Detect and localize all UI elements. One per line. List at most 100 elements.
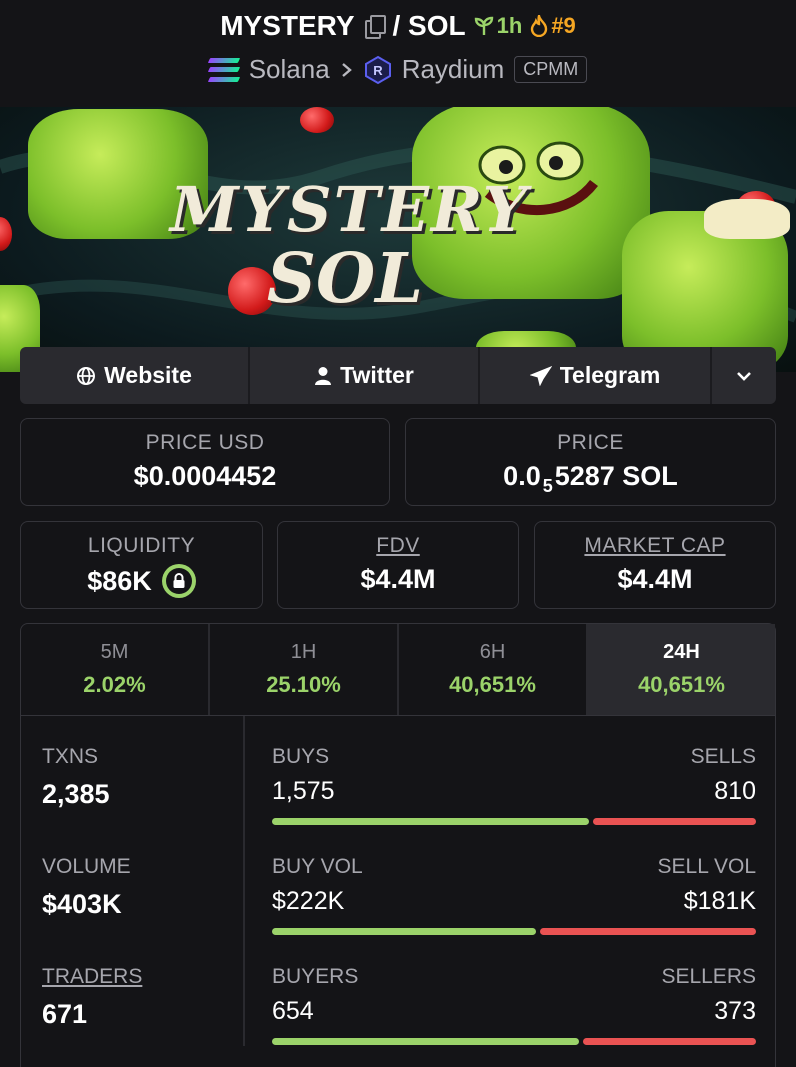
- stats-summary: TXNS 2,385 VOLUME $403K TRADERS 671: [21, 716, 245, 1046]
- price-native-label: PRICE: [557, 431, 624, 454]
- liquidity-label: LIQUIDITY: [87, 534, 196, 557]
- social-links-bar: Website Twitter Telegram: [20, 347, 776, 404]
- lock-icon[interactable]: [161, 564, 196, 598]
- buy-sell-volume-bar: [272, 928, 756, 935]
- cream-topping: [704, 199, 790, 239]
- chevron-right-icon: [341, 62, 352, 77]
- tab-label: 5M: [100, 641, 129, 663]
- volume-value: $403K: [42, 889, 122, 919]
- price-usd-card: PRICE USD $0.0004452: [20, 418, 390, 506]
- tab-1h[interactable]: 1H 25.10%: [210, 624, 399, 715]
- chevron-down-icon: [737, 371, 751, 381]
- token-header: MYSTERY / SOL 1h #9 Solana R Raydium CPM…: [0, 0, 796, 107]
- fdv-label[interactable]: FDV: [278, 534, 518, 558]
- dex-name[interactable]: Raydium: [402, 54, 505, 85]
- svg-text:R: R: [373, 63, 383, 78]
- sells-label: SELLS: [690, 745, 756, 768]
- token-banner-image: MYSTERY SOL: [0, 107, 796, 372]
- tab-change: 40,651%: [449, 672, 536, 697]
- liquidity-card: LIQUIDITY $86K: [20, 521, 263, 609]
- twitter-button[interactable]: Twitter: [250, 347, 480, 404]
- sell-bar: [540, 928, 756, 935]
- tab-label: 1H: [290, 641, 317, 663]
- tab-label: 24H: [663, 641, 700, 663]
- twitter-label: Twitter: [340, 362, 414, 388]
- quote-symbol: / SOL: [392, 10, 466, 41]
- copy-icon[interactable]: [363, 15, 386, 39]
- market-cap-card: MARKET CAP $4.4M: [534, 521, 776, 609]
- txns-label: TXNS: [42, 745, 99, 768]
- buys-sells-bar: [272, 818, 756, 825]
- tab-label: 6H: [479, 641, 506, 663]
- buyers-value: 654: [272, 997, 314, 1025]
- chain-dex-row: Solana R Raydium CPMM: [0, 54, 796, 85]
- volume-stat: VOLUME $403K: [42, 855, 131, 920]
- sellers-value: 373: [714, 997, 756, 1025]
- timeframe-tabs: 5M 2.02% 1H 25.10% 6H 40,651% 24H 40,651…: [21, 624, 775, 716]
- tab-change: 25.10%: [266, 672, 341, 697]
- paper-plane-icon: [529, 365, 552, 386]
- price-usd-value: $0.0004452: [133, 461, 277, 491]
- website-button[interactable]: Website: [20, 347, 250, 404]
- age-badge: 1h: [474, 13, 523, 39]
- user-icon: [315, 366, 332, 385]
- pool-type-badge: CPMM: [514, 56, 588, 83]
- market-cap-label[interactable]: MARKET CAP: [535, 534, 775, 558]
- banner-title: MYSTERY SOL: [170, 173, 529, 319]
- pair-title-row: MYSTERY / SOL 1h #9: [0, 10, 796, 42]
- buy-bar: [272, 1038, 580, 1045]
- buys-sells-row: BUYS SELLS 1,575 810: [272, 745, 756, 825]
- trending-rank-badge[interactable]: #9: [530, 13, 576, 39]
- rank-text: #9: [551, 13, 576, 38]
- buy-sell-volume-row: BUY VOL SELL VOL $222K $181K: [272, 855, 756, 935]
- tab-change: 2.02%: [83, 672, 146, 697]
- age-text: 1h: [496, 13, 523, 38]
- buy-vol-label: BUY VOL: [272, 855, 363, 878]
- price-native-card: PRICE 0.0 5 5287 SOL: [405, 418, 776, 506]
- fdv-card: FDV $4.4M: [277, 521, 519, 609]
- buyers-sellers-bar: [272, 1038, 756, 1045]
- buy-vol-value: $222K: [272, 887, 345, 915]
- buyers-label: BUYERS: [272, 965, 359, 988]
- buys-value: 1,575: [272, 777, 335, 805]
- traders-stat: TRADERS 671: [42, 965, 142, 1030]
- raydium-icon: R: [364, 55, 392, 85]
- sprout-icon: [474, 16, 493, 35]
- fdv-value: $4.4M: [360, 564, 436, 594]
- flame-icon: [531, 15, 548, 37]
- volume-label: VOLUME: [42, 855, 131, 878]
- chain-name[interactable]: Solana: [249, 54, 330, 85]
- traders-label[interactable]: TRADERS: [42, 965, 142, 989]
- sells-value: 810: [714, 777, 756, 805]
- banner-title-line1: MYSTERY: [170, 173, 529, 246]
- sell-vol-value: $181K: [683, 887, 756, 915]
- buys-label: BUYS: [272, 745, 330, 768]
- price-native-zero-count: 5: [542, 476, 553, 496]
- price-native-prefix: 0.0: [503, 461, 541, 491]
- more-links-button[interactable]: [712, 347, 776, 404]
- telegram-button[interactable]: Telegram: [480, 347, 712, 404]
- liquidity-value: $86K: [87, 565, 152, 596]
- tab-24h[interactable]: 24H 40,651%: [588, 624, 775, 715]
- telegram-label: Telegram: [559, 362, 661, 388]
- buy-bar: [272, 928, 536, 935]
- tab-5m[interactable]: 5M 2.02%: [21, 624, 210, 715]
- traders-value: 671: [42, 999, 88, 1029]
- banner-title-line2: SOL: [266, 239, 424, 319]
- token-symbol: MYSTERY: [220, 10, 355, 41]
- website-label: Website: [104, 362, 192, 388]
- buy-bar: [272, 818, 589, 825]
- price-native-suffix: 5287 SOL: [554, 461, 678, 491]
- txns-value: 2,385: [42, 779, 110, 809]
- globe-icon: [77, 366, 96, 385]
- liquidity-value-row: $86K: [21, 564, 262, 598]
- sellers-label: SELLERS: [661, 965, 756, 988]
- txns-stat: TXNS 2,385: [42, 745, 110, 810]
- tab-6h[interactable]: 6H 40,651%: [399, 624, 588, 715]
- price-native-value: 0.0 5 5287 SOL: [406, 461, 775, 496]
- buyers-sellers-row: BUYERS SELLERS 654 373: [272, 965, 756, 1045]
- sell-bar: [583, 1038, 756, 1045]
- sell-vol-label: SELL VOL: [657, 855, 756, 878]
- trading-stats-panel: 5M 2.02% 1H 25.10% 6H 40,651% 24H 40,651…: [20, 623, 776, 1067]
- market-cap-value: $4.4M: [617, 564, 693, 594]
